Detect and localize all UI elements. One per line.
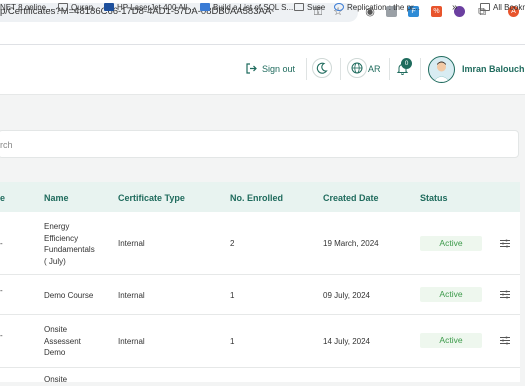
created-date: 14 July, 2024 [323, 337, 370, 346]
enrolled-count: 2 [230, 239, 235, 248]
column-header-enrolled[interactable]: No. Enrolled [230, 193, 283, 203]
filter-actions-icon[interactable] [500, 290, 510, 299]
search-placeholder: rch [0, 140, 13, 150]
created-date: 19 March, 2024 [323, 239, 379, 248]
certificate-name[interactable]: Demo Course [44, 290, 93, 302]
globe-icon [351, 62, 363, 74]
more-bookmarks-button[interactable]: » [452, 2, 458, 13]
divider [389, 58, 390, 80]
row-cell: - [0, 331, 3, 340]
certificate-type: Internal [118, 291, 145, 300]
bookmark-label: Build a List of SQL S... [213, 3, 294, 12]
certificate-name[interactable]: Onsite [44, 374, 67, 386]
divider [306, 58, 307, 80]
row-cell: - [0, 239, 3, 248]
column-header-status[interactable]: Status [420, 193, 448, 203]
sign-out-icon[interactable] [245, 62, 258, 75]
bookmark-item[interactable]: Suse [294, 3, 325, 12]
bookmark-item[interactable]: Quran [58, 3, 93, 12]
enrolled-count: 1 [230, 291, 235, 300]
table-row[interactable] [0, 368, 520, 382]
filter-actions-icon[interactable] [500, 239, 510, 248]
column-header-created-date[interactable]: Created Date [323, 193, 379, 203]
bookmark-item[interactable]: Build a List of SQL S... [200, 3, 293, 12]
created-date: 09 July, 2024 [323, 291, 370, 300]
column-header[interactable]: e [0, 193, 5, 203]
name-line: Onsite [44, 325, 68, 334]
certificate-name[interactable]: Energy Efficiency Fundamentals ( July) [44, 221, 95, 267]
status-badge: Active [420, 333, 482, 348]
status-badge: Active [420, 287, 482, 302]
moon-icon [316, 62, 328, 74]
name-line: ( July) [44, 256, 66, 266]
language-label[interactable]: AR [368, 64, 381, 74]
column-header-certificate-type[interactable]: Certificate Type [118, 193, 185, 203]
bookmark-label: Suse [307, 3, 326, 12]
avatar[interactable] [428, 56, 455, 83]
bookmark-label: HP LaserJet 400 All... [117, 3, 194, 12]
hp-icon [104, 3, 114, 11]
certificate-type: Internal [118, 239, 145, 248]
divider [420, 58, 421, 80]
user-name[interactable]: Imran Balouch [462, 64, 525, 74]
column-header-name[interactable]: Name [44, 193, 69, 203]
bookmark-item[interactable]: Replication : the pr... [334, 3, 420, 12]
folder-icon [58, 3, 68, 11]
notification-badge: 0 [401, 58, 412, 69]
sign-out-button[interactable]: Sign out [262, 64, 295, 74]
bookmark-label: NET 8 online... [0, 3, 53, 12]
name-line: Demo [44, 348, 66, 357]
bookmark-label: Quran [71, 3, 94, 12]
enrolled-count: 1 [230, 337, 235, 346]
bookmark-label: All Bookm [493, 3, 525, 12]
replication-icon [334, 3, 344, 11]
bookmarks-bar [0, 26, 525, 45]
status-badge: Active [420, 236, 482, 251]
bookmark-item[interactable]: HP LaserJet 400 All... [104, 3, 194, 12]
divider [340, 58, 341, 80]
filter-actions-icon[interactable] [500, 336, 510, 345]
certificate-name[interactable]: Onsite Assessent Demo [44, 324, 81, 359]
folder-icon [480, 3, 490, 11]
bookmark-item[interactable]: NET 8 online... [0, 3, 53, 12]
name-line: Efficiency [44, 233, 79, 243]
extension-orange-icon[interactable]: % [431, 6, 442, 17]
folder-icon [294, 3, 304, 11]
bookmark-label: Replication : the pr... [347, 3, 420, 12]
name-line: Assessent [44, 336, 81, 346]
name-line: Energy [44, 222, 70, 231]
user-avatar-icon [432, 61, 451, 82]
search-input[interactable] [0, 130, 519, 158]
row-cell: - [0, 286, 3, 295]
name-line: Fundamentals [44, 245, 95, 254]
site-icon [200, 3, 210, 11]
bookmark-item[interactable]: All Bookm [480, 3, 525, 12]
certificate-type: Internal [118, 337, 145, 346]
